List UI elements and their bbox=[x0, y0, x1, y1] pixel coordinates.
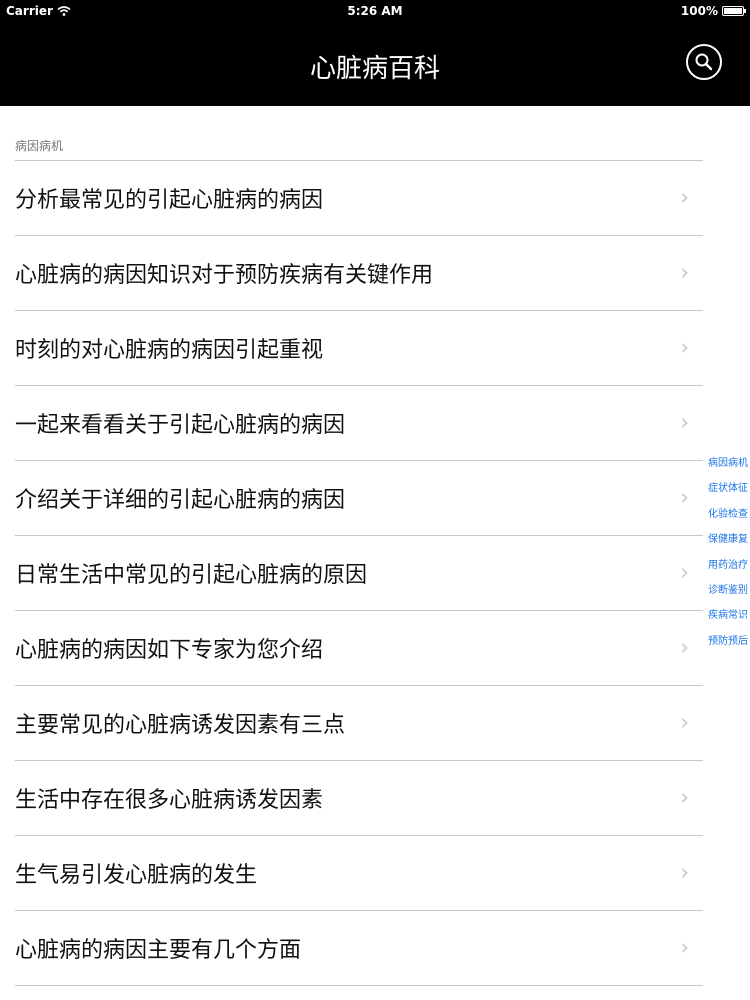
list-item-label: 心脏病的病因如下专家为您介绍 bbox=[15, 638, 324, 663]
battery-icon bbox=[722, 6, 746, 16]
list-item[interactable]: 时刻的对心脏病的病因引起重视 › bbox=[15, 311, 703, 386]
index-item[interactable]: 用药治疗 bbox=[708, 557, 748, 582]
list-item[interactable]: 介绍关于详细的引起心脏病的病因 › bbox=[15, 461, 703, 536]
list-item-label: 主要常见的心脏病诱发因素有三点 bbox=[15, 713, 346, 738]
list-item-label: 生活中存在很多心脏病诱发因素 bbox=[15, 788, 324, 813]
list-item[interactable]: 心脏病的病因主要有几个方面 › bbox=[15, 911, 703, 986]
index-item[interactable]: 诊断鉴别 bbox=[708, 582, 748, 607]
list-item[interactable]: 心脏病的病因如下专家为您介绍 › bbox=[15, 611, 703, 686]
list-item-label: 生气易引发心脏病的发生 bbox=[15, 863, 258, 888]
list-item[interactable]: 日常生活中常见的引起心脏病的原因 › bbox=[15, 536, 703, 611]
chevron-right-icon: › bbox=[680, 785, 689, 811]
page-title: 心脏病百科 bbox=[309, 54, 440, 84]
chevron-right-icon: › bbox=[680, 935, 689, 961]
list-item[interactable]: 分析最常见的引起心脏病的病因 › bbox=[15, 161, 703, 236]
list-item-label: 日常生活中常见的引起心脏病的原因 bbox=[15, 563, 368, 588]
section-header: 病因病机 bbox=[15, 139, 64, 153]
index-item[interactable]: 保健康复 bbox=[708, 531, 748, 556]
chevron-right-icon: › bbox=[680, 260, 689, 286]
list-item[interactable]: 生气易引发心脏病的发生 › bbox=[15, 836, 703, 911]
chevron-right-icon: › bbox=[680, 485, 689, 511]
index-item[interactable]: 疾病常识 bbox=[708, 607, 748, 632]
navigation-bar: 心脏病百科 bbox=[0, 22, 750, 106]
list-item[interactable]: 一起来看看关于引起心脏病的病因 › bbox=[15, 386, 703, 461]
index-item[interactable]: 预防预后 bbox=[708, 633, 748, 658]
chevron-right-icon: › bbox=[680, 710, 689, 736]
list-item-label: 时刻的对心脏病的病因引起重视 bbox=[15, 338, 324, 363]
chevron-right-icon: › bbox=[680, 635, 689, 661]
search-icon bbox=[695, 53, 713, 71]
list-item[interactable]: 主要常见的心脏病诱发因素有三点 › bbox=[15, 686, 703, 761]
chevron-right-icon: › bbox=[680, 335, 689, 361]
chevron-right-icon: › bbox=[680, 185, 689, 211]
status-time: 5:26 AM bbox=[347, 4, 403, 18]
index-item[interactable]: 化验检查 bbox=[708, 506, 748, 531]
chevron-right-icon: › bbox=[680, 860, 689, 886]
status-bar: Carrier 5:26 AM 100% bbox=[0, 0, 750, 22]
chevron-right-icon: › bbox=[680, 560, 689, 586]
index-item[interactable]: 病因病机 bbox=[708, 455, 748, 480]
list-item-label: 心脏病的病因主要有几个方面 bbox=[15, 938, 302, 963]
index-item[interactable]: 症状体征 bbox=[708, 480, 748, 505]
battery-label: 100% bbox=[680, 4, 718, 18]
list-item[interactable]: 生活中存在很多心脏病诱发因素 › bbox=[15, 761, 703, 836]
list-item-label: 介绍关于详细的引起心脏病的病因 bbox=[15, 488, 346, 513]
list-item[interactable]: 心脏病的病因知识对于预防疾病有关键作用 › bbox=[15, 236, 703, 311]
list-item-label: 分析最常见的引起心脏病的病因 bbox=[15, 188, 324, 213]
chevron-right-icon: › bbox=[680, 410, 689, 436]
search-button[interactable] bbox=[686, 44, 722, 80]
list-item-label: 一起来看看关于引起心脏病的病因 bbox=[15, 413, 346, 438]
article-list: 分析最常见的引起心脏病的病因 › 心脏病的病因知识对于预防疾病有关键作用 › 时刻的对心… bbox=[15, 160, 703, 986]
battery-indicator: 100% bbox=[680, 4, 746, 18]
list-item-label: 心脏病的病因知识对于预防疾病有关键作用 bbox=[15, 263, 434, 288]
section-index-bar: 病因病机 症状体征 化验检查 保健康复 用药治疗 诊断鉴别 疾病常识 预防预后 bbox=[702, 455, 748, 658]
